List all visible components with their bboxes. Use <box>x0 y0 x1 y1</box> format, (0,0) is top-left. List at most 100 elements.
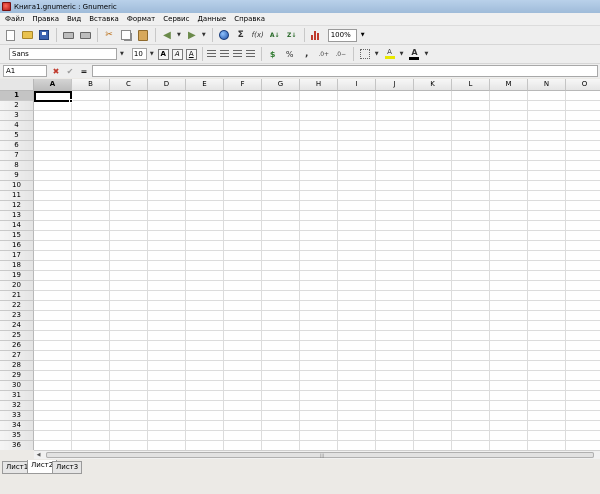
decrease-decimals-button[interactable]: .0− <box>334 47 348 61</box>
cell-area[interactable] <box>34 91 600 450</box>
row-header[interactable]: 9 <box>0 171 34 181</box>
row-header[interactable]: 36 <box>0 441 34 450</box>
merge-center-button[interactable] <box>245 49 255 59</box>
horizontal-scrollbar[interactable]: ◀ ||| <box>34 450 600 459</box>
row-header[interactable]: 32 <box>0 401 34 411</box>
formula-input[interactable] <box>92 65 598 77</box>
undo-button[interactable]: ◀ <box>160 28 174 42</box>
column-header[interactable]: O <box>566 79 600 91</box>
row-header[interactable]: 31 <box>0 391 34 401</box>
new-file-button[interactable] <box>3 28 17 42</box>
row-header[interactable]: 17 <box>0 251 34 261</box>
sort-ascending-button[interactable]: A↓ <box>268 28 282 42</box>
redo-button[interactable]: ▶ <box>185 28 199 42</box>
font-name-dropdown-icon[interactable]: ▼ <box>120 51 124 57</box>
row-header[interactable]: 27 <box>0 351 34 361</box>
column-header[interactable]: N <box>528 79 566 91</box>
autofill-handle[interactable] <box>69 99 73 103</box>
column-header[interactable]: L <box>452 79 490 91</box>
undo-dropdown-icon[interactable]: ▼ <box>177 32 181 38</box>
row-header[interactable]: 8 <box>0 161 34 171</box>
function-button[interactable]: f(x) <box>251 28 265 42</box>
row-header[interactable]: 11 <box>0 191 34 201</box>
zoom-dropdown-icon[interactable]: ▼ <box>361 32 365 38</box>
cut-button[interactable]: ✂ <box>102 28 116 42</box>
row-header[interactable]: 28 <box>0 361 34 371</box>
background-color-dropdown-icon[interactable]: ▼ <box>400 51 404 57</box>
sheet-tab-list3[interactable]: Лист3 <box>52 461 83 474</box>
print-button[interactable] <box>61 28 75 42</box>
row-header[interactable]: 15 <box>0 231 34 241</box>
row-header[interactable]: 26 <box>0 341 34 351</box>
cancel-edit-icon[interactable]: ✖ <box>51 67 61 76</box>
borders-dropdown-icon[interactable]: ▼ <box>375 51 379 57</box>
row-header[interactable]: 3 <box>0 111 34 121</box>
column-header[interactable]: F <box>224 79 262 91</box>
row-header[interactable]: 25 <box>0 331 34 341</box>
menu-format[interactable]: Формат <box>123 15 159 23</box>
row-header[interactable]: 7 <box>0 151 34 161</box>
align-center-button[interactable] <box>219 49 229 59</box>
column-header[interactable]: B <box>72 79 110 91</box>
accept-edit-icon[interactable]: ✔ <box>64 67 76 76</box>
insert-chart-button[interactable] <box>309 28 323 42</box>
row-header[interactable]: 33 <box>0 411 34 421</box>
column-header[interactable]: I <box>338 79 376 91</box>
borders-button[interactable] <box>358 47 372 61</box>
row-header[interactable]: 16 <box>0 241 34 251</box>
autosum-button[interactable]: Σ <box>234 28 248 42</box>
row-header[interactable]: 34 <box>0 421 34 431</box>
row-header[interactable]: 21 <box>0 291 34 301</box>
row-header[interactable]: 23 <box>0 311 34 321</box>
row-header[interactable]: 14 <box>0 221 34 231</box>
italic-button[interactable]: A <box>171 48 183 60</box>
increase-decimals-button[interactable]: .0+ <box>317 47 331 61</box>
active-cell-cursor[interactable] <box>34 91 72 102</box>
scrollbar-thumb[interactable]: ||| <box>46 452 594 458</box>
menu-file[interactable]: Файл <box>0 15 28 23</box>
scroll-left-icon[interactable]: ◀ <box>34 451 43 459</box>
row-header[interactable]: 24 <box>0 321 34 331</box>
row-header[interactable]: 20 <box>0 281 34 291</box>
background-color-button[interactable]: A <box>383 47 397 61</box>
row-header[interactable]: 35 <box>0 431 34 441</box>
menu-view[interactable]: Вид <box>63 15 85 23</box>
menu-tools[interactable]: Сервис <box>159 15 193 23</box>
menu-data[interactable]: Данные <box>193 15 230 23</box>
column-header[interactable]: D <box>148 79 186 91</box>
column-header[interactable]: H <box>300 79 338 91</box>
cell-name-box[interactable]: A1 <box>3 65 47 77</box>
zoom-combo[interactable]: 100% <box>327 28 357 42</box>
column-header[interactable]: E <box>186 79 224 91</box>
row-header[interactable]: 2 <box>0 101 34 111</box>
row-header[interactable]: 19 <box>0 271 34 281</box>
thousands-separator-button[interactable]: , <box>300 47 314 61</box>
font-name-combo[interactable]: Sans <box>9 48 117 60</box>
underline-button[interactable]: A <box>185 48 197 60</box>
font-color-dropdown-icon[interactable]: ▼ <box>424 51 428 57</box>
column-header[interactable]: G <box>262 79 300 91</box>
edit-formula-button[interactable]: = <box>79 67 89 76</box>
column-header[interactable]: A <box>34 79 72 91</box>
hyperlink-button[interactable] <box>217 28 231 42</box>
font-color-button[interactable]: A <box>407 47 421 61</box>
sort-descending-button[interactable]: Z↓ <box>285 28 299 42</box>
row-header[interactable]: 30 <box>0 381 34 391</box>
column-header[interactable]: C <box>110 79 148 91</box>
bold-button[interactable]: A <box>157 48 169 60</box>
column-header[interactable]: J <box>376 79 414 91</box>
row-header[interactable]: 13 <box>0 211 34 221</box>
gnumeric-app-icon[interactable] <box>2 2 11 11</box>
row-header[interactable]: 4 <box>0 121 34 131</box>
save-file-button[interactable] <box>37 28 51 42</box>
copy-button[interactable] <box>119 28 133 42</box>
align-left-button[interactable] <box>206 49 216 59</box>
column-header[interactable]: K <box>414 79 452 91</box>
row-header[interactable]: 12 <box>0 201 34 211</box>
menu-edit[interactable]: Правка <box>28 15 63 23</box>
print-preview-button[interactable] <box>78 28 92 42</box>
select-all-corner[interactable] <box>0 79 34 91</box>
currency-format-button[interactable]: $ <box>266 47 280 61</box>
row-header[interactable]: 10 <box>0 181 34 191</box>
row-header[interactable]: 18 <box>0 261 34 271</box>
